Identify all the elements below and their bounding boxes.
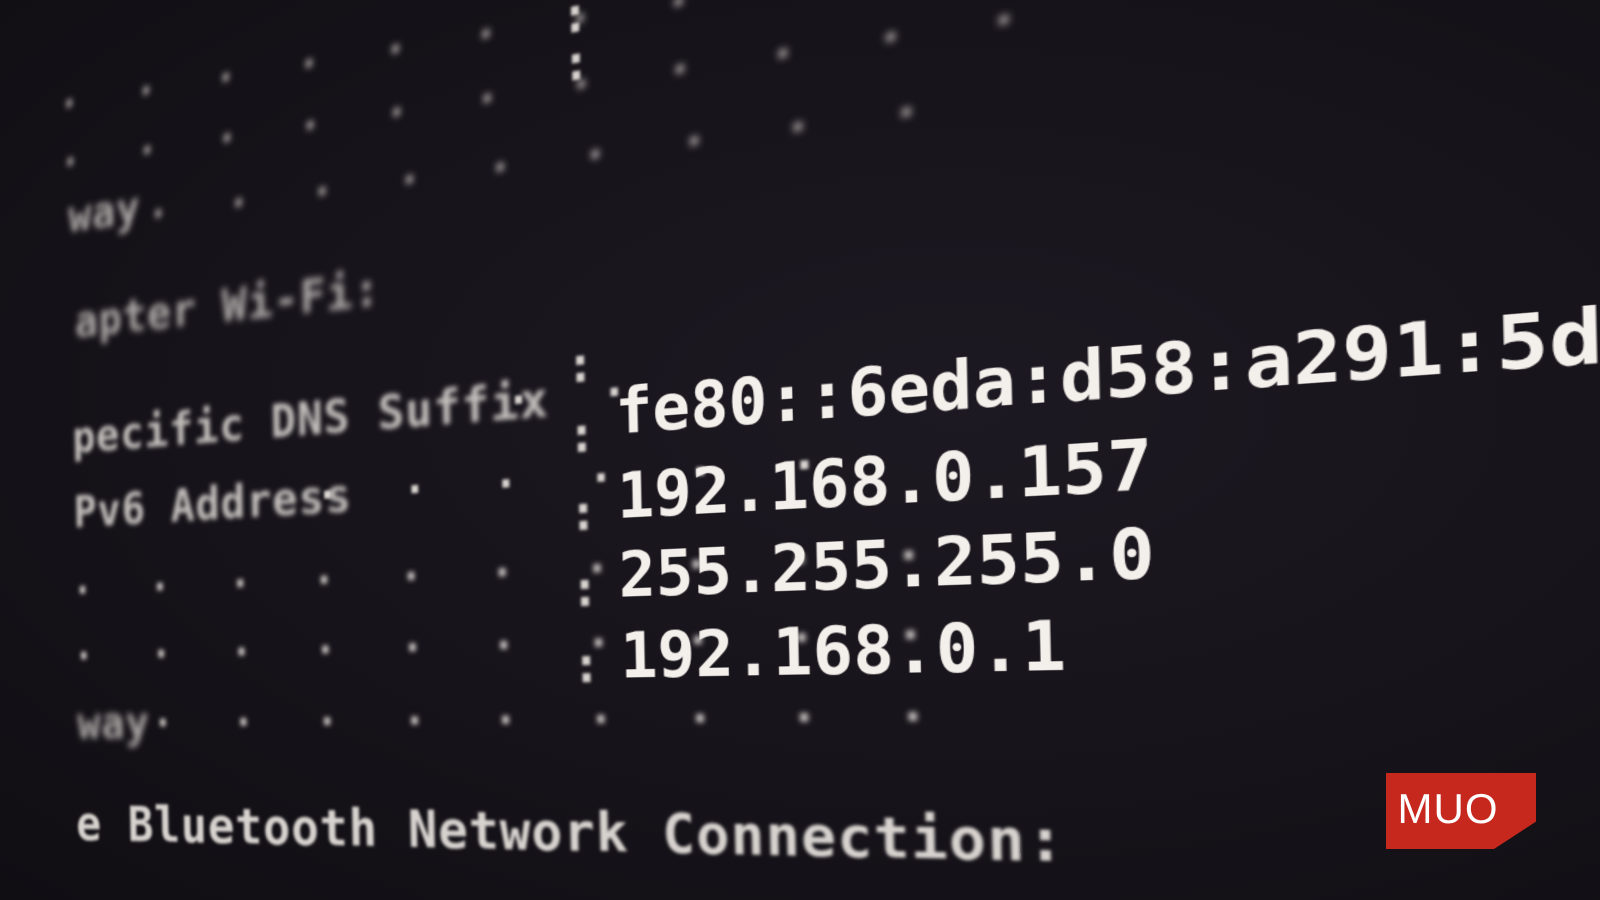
gateway-colon: : <box>571 635 603 695</box>
ipv6-address-value: fe80::6eda:d58:a291:5d31%23 <box>614 265 1600 449</box>
ipconfig-output: . . . . . . . . . . : . . . . . . . . . … <box>58 0 1600 900</box>
top-row-2-colon: : <box>560 31 593 95</box>
ipv4-colon: : <box>568 482 600 543</box>
top-row-3-label: way <box>67 180 141 243</box>
adapter-heading: apter Wi-Fi: <box>74 261 382 349</box>
muo-logo-text: MUO <box>1397 785 1499 832</box>
gateway-value: 192.168.0.1 <box>619 605 1067 693</box>
dns-suffix-colon: : <box>565 334 597 395</box>
subnet-colon: : <box>569 559 602 619</box>
ipv6-colon: : <box>566 404 598 465</box>
terminal-screen: . . . . . . . . . . : . . . . . . . . . … <box>0 0 1600 900</box>
gateway-label: way <box>77 696 151 750</box>
bluetooth-heading: e Bluetooth Network Connection: <box>75 795 1067 876</box>
ipv6-label: Pv6 Address <box>73 467 353 539</box>
